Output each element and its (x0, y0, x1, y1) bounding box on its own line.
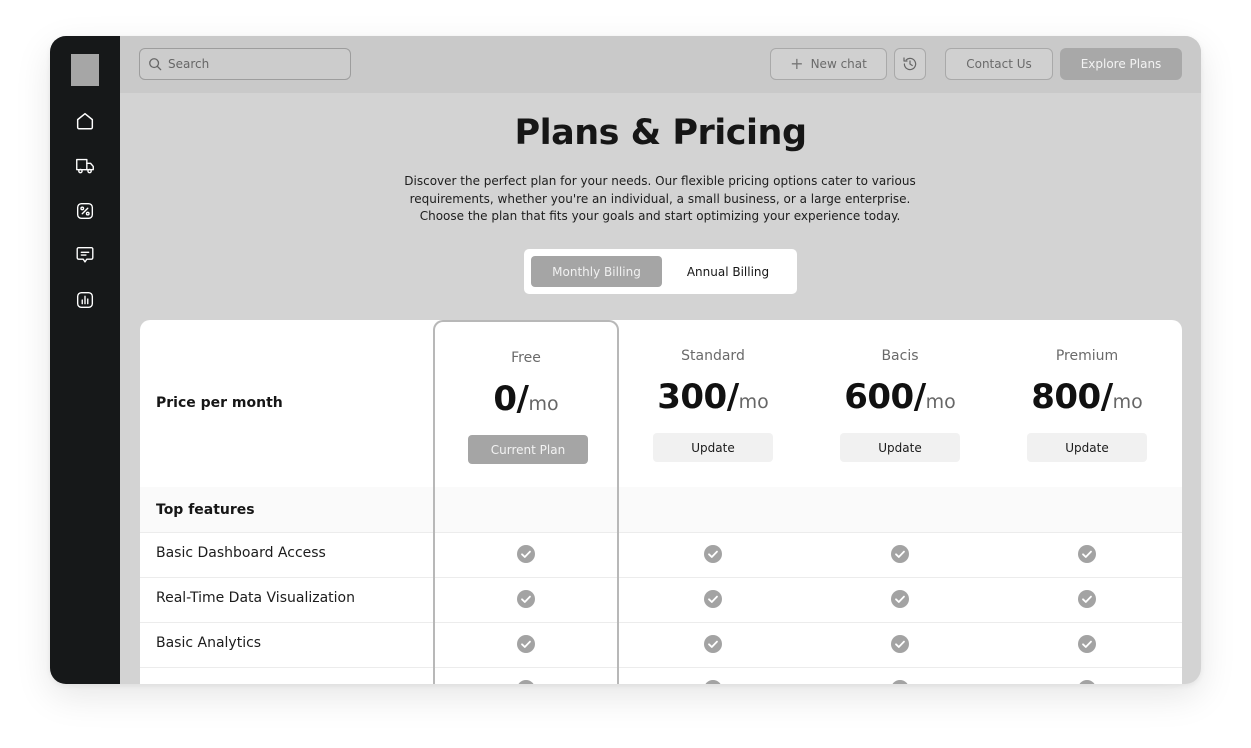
message-icon[interactable] (73, 243, 97, 267)
check-icon (516, 679, 536, 684)
annual-billing-tab[interactable]: Annual Billing (666, 256, 790, 287)
monthly-billing-tab[interactable]: Monthly Billing (531, 256, 662, 287)
check-icon (516, 544, 536, 564)
search-box[interactable] (139, 48, 351, 80)
top-features-title: Top features (156, 502, 255, 518)
current-plan-button[interactable]: Current Plan (468, 435, 588, 464)
plan-price: 0/mo (435, 379, 617, 419)
check-icon (1077, 679, 1097, 684)
check-icon (890, 679, 910, 684)
contact-us-button[interactable]: Contact Us (945, 48, 1053, 80)
plan-column-free: Free 0/mo Current Plan (433, 320, 619, 684)
search-icon (149, 58, 162, 71)
plan-amount: 300/ (657, 377, 739, 417)
plan-amount: 0/ (493, 379, 529, 419)
page-subtitle: Discover the perfect plan for your needs… (380, 173, 940, 226)
billing-toggle: Monthly Billing Annual Billing (524, 249, 797, 294)
check-icon (516, 589, 536, 609)
explore-plans-button[interactable]: Explore Plans (1060, 48, 1182, 80)
home-icon[interactable] (73, 109, 97, 133)
check-icon (703, 679, 723, 684)
subtitle-line: Discover the perfect plan for your needs… (404, 174, 916, 188)
plan-name: Free (511, 350, 541, 366)
plan-price: 600/mo (807, 377, 993, 417)
check-icon (890, 634, 910, 654)
history-icon (903, 57, 917, 71)
plan-amount: 800/ (1031, 377, 1113, 417)
feature-label: Real-Time Data Visualization (156, 590, 355, 606)
new-chat-label: New chat (810, 57, 867, 71)
update-button[interactable]: Update (653, 433, 773, 462)
plan-unit: mo (528, 393, 559, 415)
subtitle-line: Choose the plan that fits your goals and… (419, 209, 901, 223)
price-per-month-label: Price per month (156, 395, 283, 411)
app-window: + New chat Contact Us Explore Plans Plan… (50, 36, 1201, 684)
new-chat-button[interactable]: + New chat (770, 48, 887, 80)
update-button[interactable]: Update (840, 433, 960, 462)
plan-unit: mo (1112, 391, 1143, 413)
plan-unit: mo (738, 391, 769, 413)
check-icon (703, 544, 723, 564)
check-icon (1077, 634, 1097, 654)
logo (71, 54, 99, 86)
plan-name: Standard (681, 348, 745, 364)
history-button[interactable] (894, 48, 926, 80)
plan-price: 300/mo (620, 377, 806, 417)
check-icon (703, 589, 723, 609)
feature-label: Basic Dashboard Access (156, 545, 326, 561)
plan-name: Premium (1055, 348, 1119, 364)
discount-icon[interactable] (73, 199, 97, 223)
check-icon (1077, 544, 1097, 564)
plan-price: 800/mo (994, 377, 1180, 417)
plan-column-bacis: Bacis 600/mo Update (807, 320, 993, 684)
sidebar (50, 36, 120, 684)
update-button[interactable]: Update (1027, 433, 1147, 462)
plan-column-standard: Standard 300/mo Update (620, 320, 806, 684)
plus-icon: + (790, 54, 804, 73)
top-bar: + New chat Contact Us Explore Plans (120, 36, 1201, 93)
search-input[interactable] (168, 57, 348, 71)
pricing-table: Price per month Top features Basic Dashb… (140, 320, 1182, 684)
subtitle-line: requirements, whether you're an individu… (409, 191, 911, 206)
chart-icon[interactable] (73, 288, 97, 312)
feature-label: Basic Analytics (156, 635, 262, 651)
check-icon (890, 544, 910, 564)
plan-column-premium: Premium 800/mo Update (994, 320, 1180, 684)
check-icon (1077, 589, 1097, 609)
plan-amount: 600/ (844, 377, 926, 417)
plan-name: Bacis (881, 348, 919, 364)
plan-unit: mo (925, 391, 956, 413)
truck-icon[interactable] (73, 154, 97, 178)
page-title: Plans & Pricing (514, 113, 807, 153)
check-icon (703, 634, 723, 654)
check-icon (890, 589, 910, 609)
check-icon (516, 634, 536, 654)
